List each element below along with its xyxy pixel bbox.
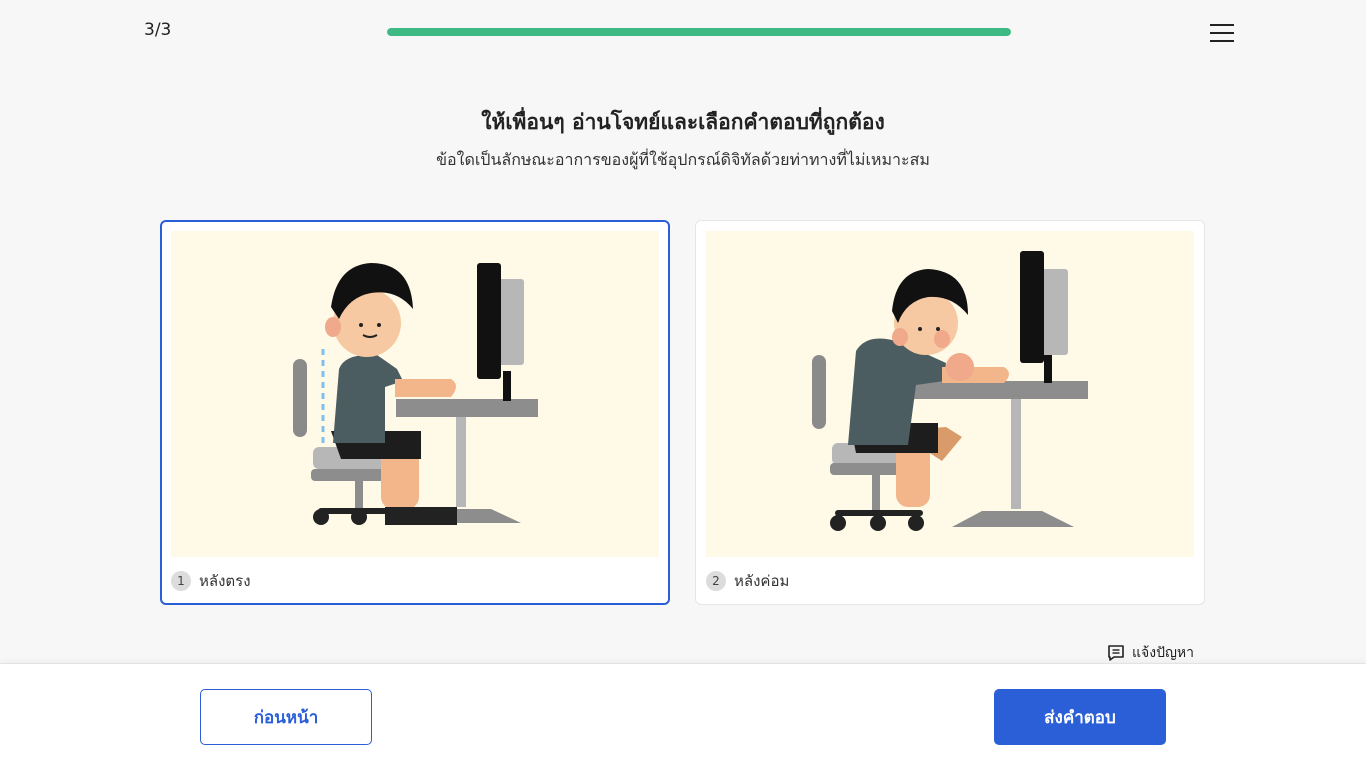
menu-button[interactable]: [1206, 20, 1238, 44]
report-label: แจ้งปัญหา: [1132, 645, 1194, 661]
straight-back-illustration: [171, 231, 659, 557]
option-label: 2 หลังค่อม: [706, 569, 789, 593]
progress-fill: [387, 28, 1011, 36]
previous-button[interactable]: ก่อนหน้า: [200, 689, 372, 745]
question-counter: 3/3: [144, 20, 172, 40]
answer-option-1[interactable]: 1 หลังตรง: [160, 220, 670, 605]
submit-answer-button[interactable]: ส่งคำตอบ: [994, 689, 1166, 745]
report-problem-link[interactable]: แจ้งปัญหา: [1106, 642, 1194, 664]
option-text: หลังตรง: [199, 572, 251, 590]
footer-bar: ก่อนหน้า ส่งคำตอบ: [0, 663, 1366, 768]
option-number-badge: 2: [706, 571, 726, 591]
page-title: ให้เพื่อนๆ อ่านโจทย์และเลือกคำตอบที่ถูกต…: [481, 110, 885, 134]
report-icon: [1108, 645, 1124, 661]
top-bar: 3/3: [0, 0, 1366, 64]
progress-bar: [387, 28, 1011, 36]
hamburger-icon: [1210, 24, 1234, 26]
hunched-back-illustration: [706, 231, 1194, 557]
option-text: หลังค่อม: [734, 572, 790, 590]
question-text: ข้อใดเป็นลักษณะอาการของผู้ที่ใช้อุปกรณ์ด…: [436, 150, 930, 169]
answer-option-2[interactable]: 2 หลังค่อม: [695, 220, 1205, 605]
option-label: 1 หลังตรง: [171, 569, 251, 593]
option-number-badge: 1: [171, 571, 191, 591]
